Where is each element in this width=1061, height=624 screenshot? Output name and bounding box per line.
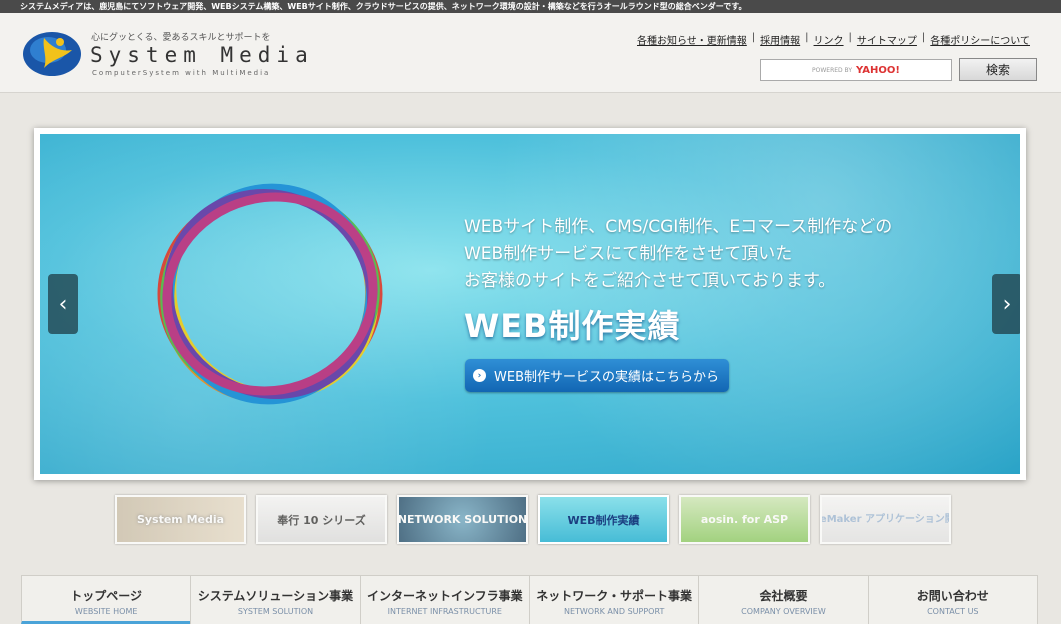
search-input[interactable]: POWERED BY YAHOO! — [760, 59, 952, 81]
logo-tagline: 心にグッとくる、愛あるスキルとサポートを — [91, 33, 271, 43]
main-slider: WEBサイト制作、CMS/CGI制作、Eコマース制作などの WEB制作サービスに… — [34, 128, 1026, 480]
slide-line-2: WEB制作サービスにて制作をさせて頂いた — [464, 244, 793, 264]
nav-sublabel: COMPANY OVERVIEW — [741, 607, 826, 616]
slide-title: WEB制作実績 — [464, 307, 681, 345]
nav-contact[interactable]: お問い合わせ CONTACT US — [867, 576, 1038, 624]
nav-network-support[interactable]: ネットワーク・サポート事業 NETWORK AND SUPPORT — [528, 576, 699, 624]
nav-home[interactable]: トップページ WEBSITE HOME — [21, 576, 191, 624]
slider-thumbnails: System Media 奉行 10 シリーズ NETWORK SOLUTION… — [115, 495, 951, 544]
thumb-aosin[interactable]: aosin. for ASP — [679, 495, 810, 544]
slide-cta-button[interactable]: › WEB制作サービスの実績はこちらから — [465, 359, 729, 392]
slide-web-works[interactable]: WEBサイト制作、CMS/CGI制作、Eコマース制作などの WEB制作サービスに… — [40, 134, 1020, 474]
slide-line-1: WEBサイト制作、CMS/CGI制作、Eコマース制作などの — [464, 217, 893, 237]
thumb-bugyo[interactable]: 奉行 10 シリーズ — [256, 495, 387, 544]
header-links: 各種お知らせ・更新情報 | 採用情報 | リンク | サイトマップ | 各種ポリシーにつ… — [632, 32, 1035, 47]
thumb-system-media[interactable]: System Media — [115, 495, 246, 544]
thumb-web-works[interactable]: WEB制作実績 — [538, 495, 669, 544]
nav-label: システムソリューション事業 — [197, 589, 354, 603]
slider-next-button[interactable]: › — [992, 274, 1020, 334]
nav-sublabel: SYSTEM SOLUTION — [237, 607, 314, 616]
nav-sublabel: NETWORK AND SUPPORT — [563, 607, 665, 616]
color-rings-graphic — [157, 183, 383, 405]
slider-prev-button[interactable]: ‹ — [48, 274, 78, 334]
search-powered-label: POWERED BY — [812, 66, 853, 74]
thumb-filemaker[interactable]: FileMaker アプリケーション開発 — [820, 495, 951, 544]
slide-line-3: お客様のサイトをご紹介させて頂いております。 — [464, 271, 836, 291]
link-recruit[interactable]: 採用情報 — [755, 32, 805, 47]
nav-system-solution[interactable]: システムソリューション事業 SYSTEM SOLUTION — [190, 576, 360, 624]
nav-sublabel: CONTACT US — [927, 607, 979, 616]
nav-label: トップページ — [70, 589, 143, 603]
nav-label: インターネットインフラ事業 — [366, 589, 523, 603]
link-sitemap[interactable]: サイトマップ — [852, 32, 922, 47]
search-button[interactable]: 検索 — [959, 58, 1037, 81]
nav-company[interactable]: 会社概要 COMPANY OVERVIEW — [698, 576, 868, 624]
logo-subtitle: ComputerSystem with MultiMedia — [92, 69, 271, 77]
slide-description: WEBサイト制作、CMS/CGI制作、Eコマース制作などの WEB制作サービスに… — [464, 214, 892, 295]
nav-label: ネットワーク・サポート事業 — [536, 589, 693, 603]
yahoo-logo: YAHOO! — [856, 64, 900, 76]
link-policy[interactable]: 各種ポリシーについて — [925, 32, 1035, 47]
thumb-network-solution[interactable]: NETWORK SOLUTION — [397, 495, 528, 544]
cta-label: WEB制作サービスの実績はこちらから — [494, 370, 719, 385]
nav-label: お問い合わせ — [916, 589, 989, 603]
nav-internet-infra[interactable]: インターネットインフラ事業 INTERNET INFRASTRUCTURE — [359, 576, 529, 624]
logo-name[interactable]: System Media — [90, 43, 314, 67]
logo-icon[interactable] — [22, 28, 82, 78]
arrow-right-icon: › — [473, 369, 486, 382]
nav-label: 会社概要 — [759, 589, 808, 603]
nav-sublabel: WEBSITE HOME — [74, 607, 138, 616]
link-links[interactable]: リンク — [809, 32, 849, 47]
link-news[interactable]: 各種お知らせ・更新情報 — [632, 32, 752, 47]
site-header: 心にグッとくる、愛あるスキルとサポートを System Media Comput… — [0, 13, 1061, 93]
global-nav: トップページ WEBSITE HOME システムソリューション事業 SYSTEM… — [21, 575, 1038, 624]
top-description-bar: システムメディアは、鹿児島にてソフトウェア開発、WEBシステム構築、WEBサイト… — [0, 0, 1061, 13]
nav-sublabel: INTERNET INFRASTRUCTURE — [387, 607, 502, 616]
